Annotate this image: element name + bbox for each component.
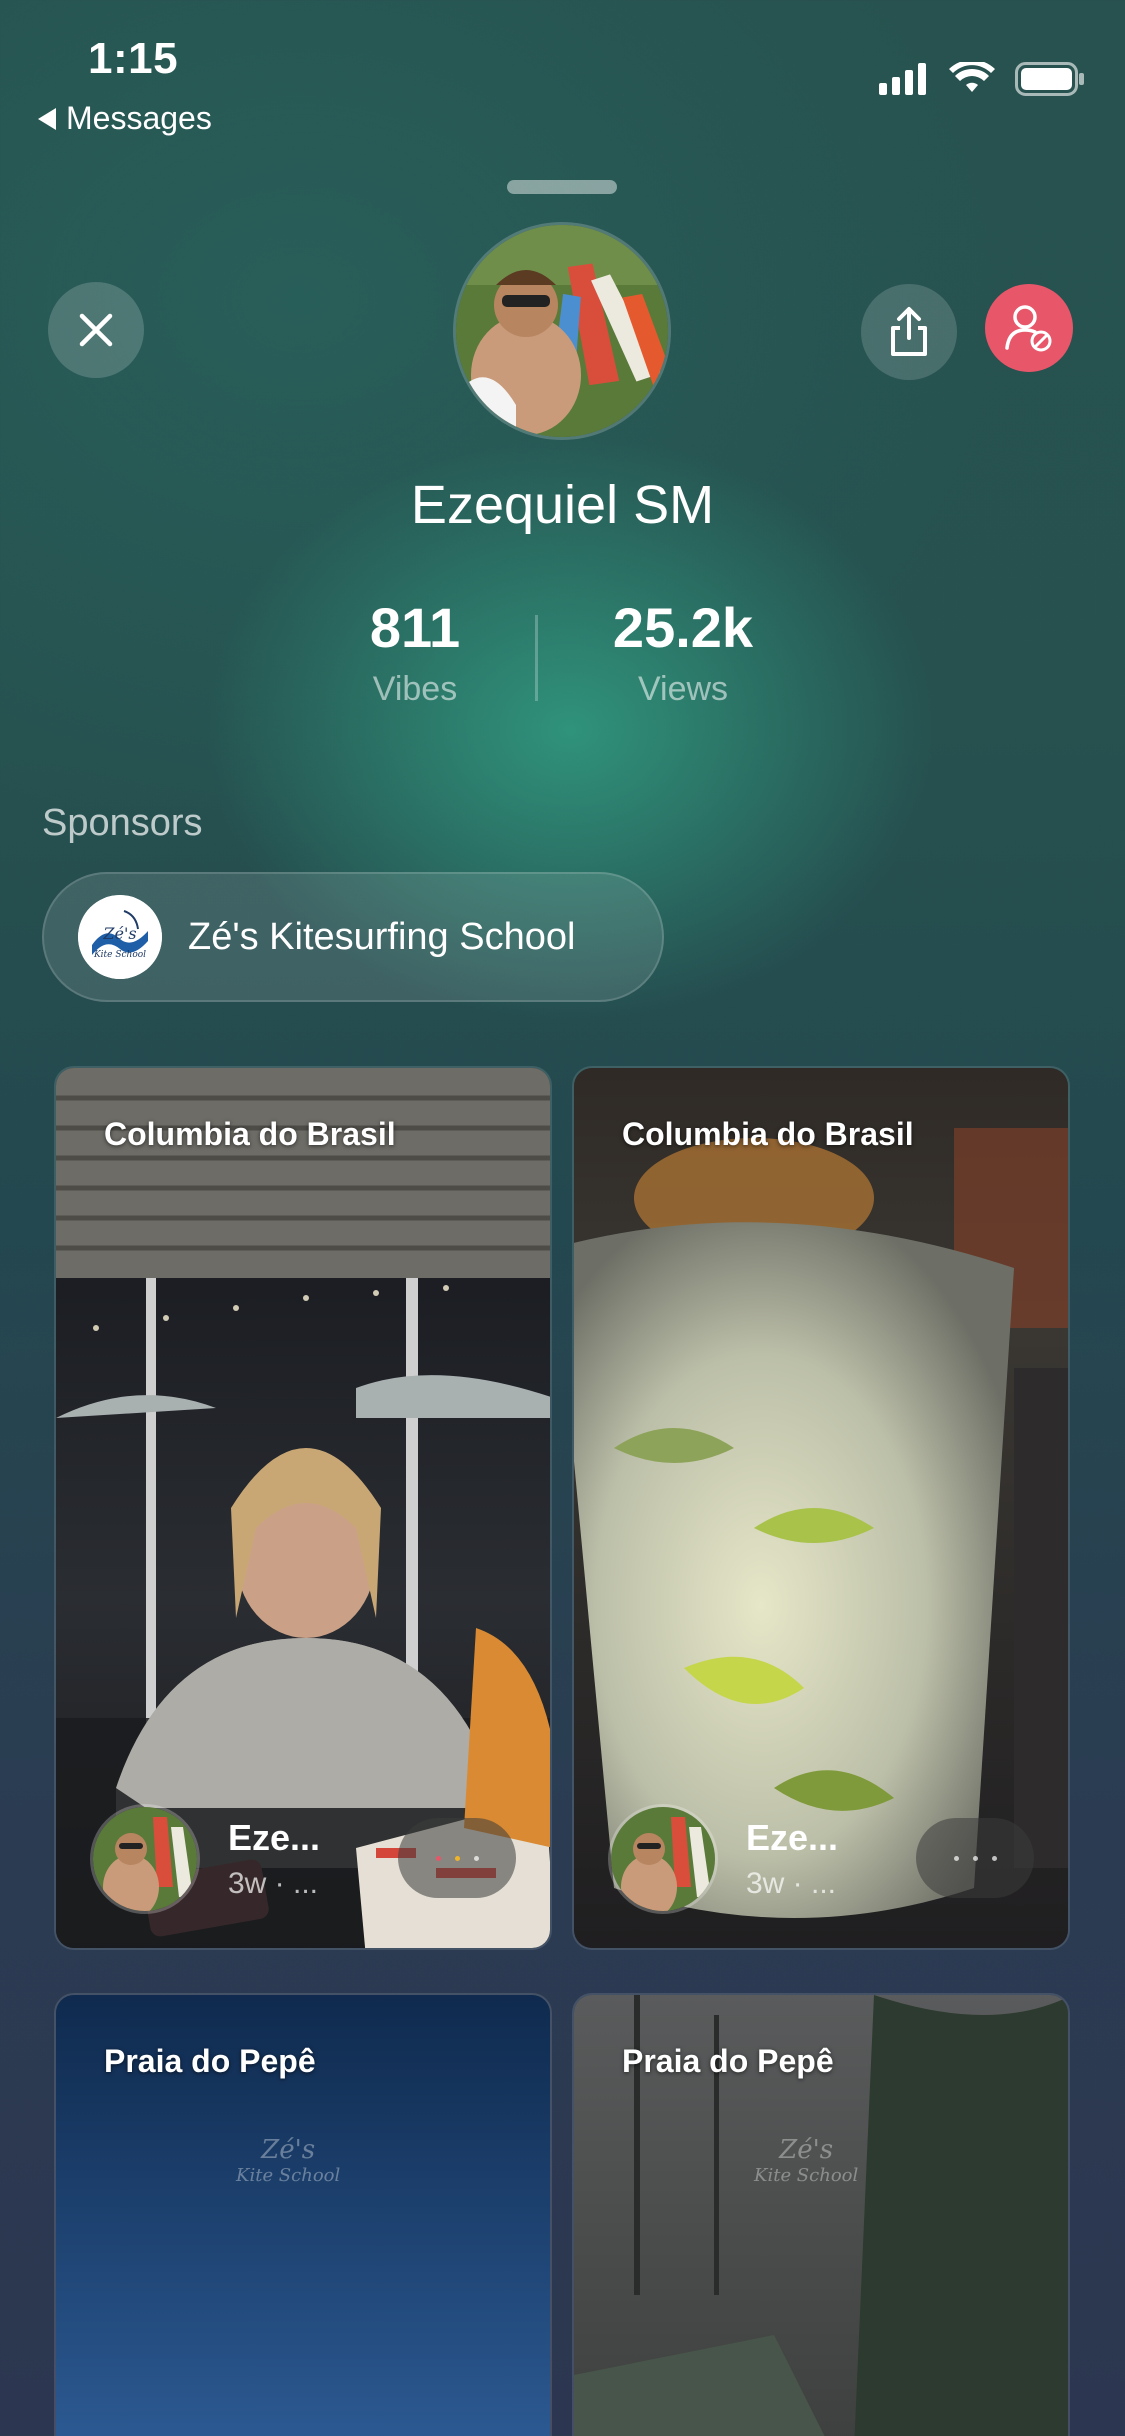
avatar xyxy=(90,1804,200,1914)
close-icon xyxy=(79,313,113,347)
profile-name: Ezequiel SM xyxy=(410,475,715,535)
svg-text:Kite School: Kite School xyxy=(93,950,146,960)
signal-icon xyxy=(879,63,926,95)
post-location: Columbia do Brasil xyxy=(622,1116,914,1152)
stat-vibes[interactable]: 811 Vibes xyxy=(285,595,545,709)
post-author[interactable]: Eze... 3w · ... xyxy=(608,1804,838,1914)
sponsor-chip[interactable]: Zé's Kite School Zé's Kitesurfing School xyxy=(42,872,664,1002)
stat-divider xyxy=(535,615,538,701)
post-time: 3w · ... xyxy=(228,1867,319,1900)
sponsors-title: Sponsors xyxy=(42,802,203,844)
post-card[interactable]: Praia do Pepê Zé's Kite School xyxy=(54,1993,552,2436)
svg-text:Zé's: Zé's xyxy=(102,924,136,943)
post-card[interactable]: Columbia do Brasil Eze... 3w · ... xyxy=(572,1066,1070,1950)
post-location: Columbia do Brasil xyxy=(104,1116,396,1152)
wifi-icon xyxy=(949,62,995,92)
sheet-handle[interactable] xyxy=(507,180,617,194)
stat-vibes-value: 811 xyxy=(369,596,461,659)
sponsor-logo: Zé's Kite School xyxy=(78,895,162,979)
block-user-button[interactable] xyxy=(985,284,1073,372)
close-button[interactable] xyxy=(48,282,144,378)
profile-avatar[interactable] xyxy=(453,222,671,440)
block-user-icon xyxy=(1005,305,1052,352)
post-card[interactable]: Columbia do Brasil Eze... 3w · ... xyxy=(54,1066,552,1950)
sponsor-name: Zé's Kitesurfing School xyxy=(188,915,576,958)
reactions-pill[interactable] xyxy=(916,1818,1034,1898)
post-card[interactable]: Praia do Pepê Zé's Kite School xyxy=(572,1993,1070,2436)
post-author[interactable]: Eze... 3w · ... xyxy=(90,1804,320,1914)
reactions-pill[interactable] xyxy=(398,1818,516,1898)
back-arrow-icon xyxy=(38,107,56,130)
back-to-messages-link[interactable]: Messages xyxy=(38,100,212,137)
stat-views-value: 25.2k xyxy=(612,596,754,659)
post-author-name: Eze... xyxy=(228,1817,321,1858)
post-location: Praia do Pepê xyxy=(104,2043,316,2079)
share-button[interactable] xyxy=(861,284,957,380)
stat-vibes-label: Vibes xyxy=(372,670,458,708)
avatar xyxy=(608,1804,718,1914)
share-icon xyxy=(891,307,927,356)
battery-icon xyxy=(1015,62,1084,96)
stat-views-label: Views xyxy=(637,670,729,708)
status-time: 1:15 xyxy=(88,34,179,83)
stat-views[interactable]: 25.2k Views xyxy=(553,595,813,709)
sponsor-watermark: Zé's Kite School xyxy=(236,2135,341,2186)
post-location: Praia do Pepê xyxy=(622,2043,834,2079)
post-author-name: Eze... xyxy=(746,1817,839,1858)
sponsor-watermark: Zé's Kite School xyxy=(754,2135,859,2186)
post-time: 3w · ... xyxy=(746,1867,837,1900)
status-icons xyxy=(879,62,1085,96)
back-label: Messages xyxy=(66,100,212,136)
